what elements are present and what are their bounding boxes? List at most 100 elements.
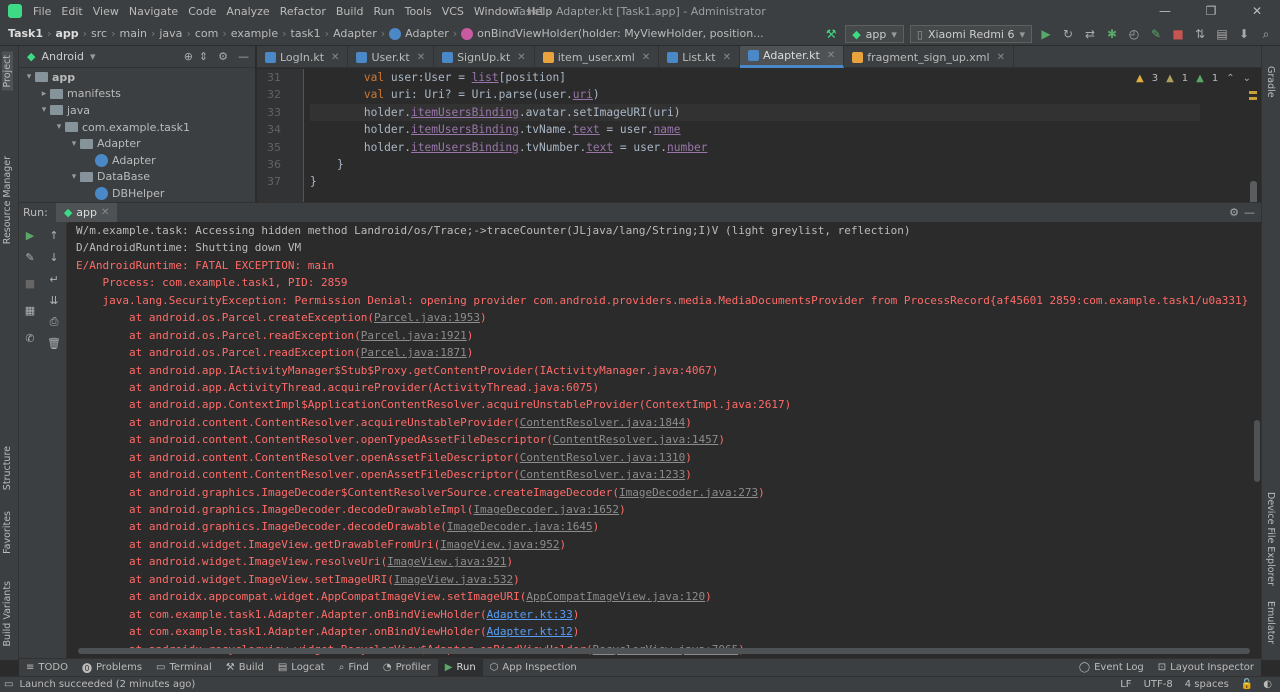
print-icon[interactable]: ⎙ [46,314,62,330]
inspection-widget[interactable]: ▲ 3 ▲ 1 ▲ 1 ⌃ ⌄ [1136,73,1251,84]
project-tree-item[interactable]: ▾ java [19,102,255,119]
expand-arrow-icon[interactable]: ▾ [53,122,65,132]
gear-icon[interactable]: ⚙ [1229,206,1239,219]
close-tab-icon[interactable]: ✕ [331,52,339,63]
stacktrace-link[interactable]: Parcel.java:1871 [361,346,467,359]
collapse-all-icon[interactable]: ⇕ [199,50,208,63]
editor-tab[interactable]: Adapter.kt ✕ [740,46,845,68]
hide-panel-icon[interactable]: — [1244,206,1255,219]
project-tree-item[interactable]: ▾ app [19,69,255,86]
chevron-up-icon[interactable]: ⌃ [1226,73,1234,84]
device-manager-icon[interactable]: ▤ [1214,26,1230,42]
device-file-explorer-tool-tab[interactable]: Device File Explorer [1265,492,1276,586]
device-select[interactable]: ▯ Xiaomi Redmi 6 ▾ [909,25,1032,43]
expand-arrow-icon[interactable]: ▸ [38,89,50,99]
breadcrumb-item[interactable]: src [91,27,107,40]
structure-tool-tab[interactable]: Structure [2,446,13,490]
sync-gradle-icon[interactable]: ⇅ [1192,26,1208,42]
project-tool-tab[interactable]: Project [2,52,13,91]
minimize-icon[interactable]: — [1142,0,1188,22]
breadcrumb-item[interactable]: app [55,27,78,40]
emulator-tool-tab[interactable]: Emulator [1265,601,1276,644]
restore-icon[interactable]: ❐ [1188,0,1234,22]
tool-tab-find[interactable]: ⌕ Find [332,659,376,677]
stacktrace-link[interactable]: ImageView.java:921 [387,555,506,568]
breadcrumb-item[interactable]: main [119,27,146,40]
code-area[interactable]: val user:User = list[position] val uri: … [310,69,1200,191]
expand-arrow-icon[interactable]: ▾ [68,139,80,149]
wrench-icon[interactable]: ✎ [22,249,38,265]
menu-item-refactor[interactable]: Refactor [275,5,331,18]
console-vertical-scrollbar[interactable] [1254,420,1260,482]
tool-tab-run[interactable]: ▶ Run [437,658,483,677]
expand-arrow-icon[interactable]: ▾ [38,105,50,115]
menu-item-run[interactable]: Run [369,5,400,18]
console-horizontal-scrollbar[interactable] [78,648,1250,654]
profile-icon[interactable]: ◴ [1126,26,1142,42]
run-icon[interactable]: ▶ [1038,26,1054,42]
editor-tab[interactable]: item_user.xml ✕ [535,46,660,68]
search-icon[interactable]: ⌕ [1258,26,1274,42]
code-line[interactable]: holder.itemUsersBinding.tvNumber.text = … [310,139,1200,156]
close-tab-icon[interactable]: ✕ [417,52,425,63]
breadcrumb-item[interactable]: Task1 [8,27,43,40]
code-line[interactable]: val user:User = list[position] [310,69,1200,86]
build-variants-tool-tab[interactable]: Build Variants [2,581,13,647]
pin-icon[interactable]: ✆ [22,330,38,346]
code-line[interactable]: holder.itemUsersBinding.tvName.text = us… [310,121,1200,138]
tool-tab-logcat[interactable]: ▤ Logcat [271,659,332,677]
close-tab-icon[interactable]: ✕ [642,52,650,63]
project-tree-item[interactable]: Adapter [19,152,255,169]
code-line[interactable]: holder.itemUsersBinding.avatar.setImageU… [310,103,1200,122]
breadcrumb-item[interactable]: Adapter [333,27,377,40]
line-separator[interactable]: LF [1114,679,1137,690]
attach-debugger-icon[interactable]: ✎ [1148,26,1164,42]
menu-item-code[interactable]: Code [183,5,221,18]
editor-tab[interactable]: User.kt ✕ [348,46,435,68]
project-tree-item[interactable]: ▸ manifests [19,86,255,103]
arrow-down-icon[interactable]: ↓ [46,249,62,265]
stacktrace-link[interactable]: ImageDecoder.java:1652 [473,503,619,516]
menu-item-navigate[interactable]: Navigate [124,5,183,18]
tool-tab-build[interactable]: ⚒ Build [219,659,271,677]
project-tree-item[interactable]: ▾ Adapter [19,135,255,152]
memory-indicator-icon[interactable]: ◐ [1259,679,1280,690]
tool-tab-problems[interactable]: ⓿ Problems [75,659,149,677]
close-tab-icon[interactable]: ✕ [517,52,525,63]
lock-icon[interactable]: 🔓 [1235,679,1259,690]
apply-changes-icon[interactable]: ↻ [1060,26,1076,42]
stacktrace-link[interactable]: Adapter.kt:12 [487,625,573,638]
project-view-select[interactable]: Android [41,50,84,63]
stop-icon[interactable]: ■ [1170,26,1186,42]
arrow-up-icon[interactable]: ↑ [46,227,62,243]
breadcrumb-item[interactable]: Adapter [405,27,449,40]
editor-tab[interactable]: SignUp.kt ✕ [434,46,535,68]
close-icon[interactable]: ✕ [101,207,109,218]
stacktrace-link[interactable]: Parcel.java:1921 [361,329,467,342]
run-config-tab[interactable]: ◆ app ✕ [55,202,118,223]
file-encoding[interactable]: UTF-8 [1138,679,1179,690]
stacktrace-link[interactable]: ImageView.java:952 [440,538,559,551]
tool-tab-todo[interactable]: ≡ TODO [19,659,75,677]
expand-arrow-icon[interactable]: ▾ [68,172,80,182]
close-tab-icon[interactable]: ✕ [997,52,1005,63]
chevron-down-icon[interactable]: ▾ [90,50,96,63]
code-line[interactable]: } [310,173,1200,190]
layout-icon[interactable]: ▦ [22,302,38,318]
menu-item-window[interactable]: Window [469,5,522,18]
menu-item-view[interactable]: View [88,5,124,18]
close-icon[interactable]: ✕ [1234,0,1280,22]
menu-item-file[interactable]: File [28,5,56,18]
run-config-select[interactable]: ◆ app ▾ [845,25,904,43]
close-tab-icon[interactable]: ✕ [723,52,731,63]
debug-icon[interactable]: ✱ [1104,26,1120,42]
tool-tab-profiler[interactable]: ◔ Profiler [376,659,438,677]
menu-item-help[interactable]: Help [522,5,557,18]
breadcrumb-item[interactable]: onBindViewHolder(holder: MyViewHolder, p… [477,27,764,40]
stacktrace-link[interactable]: ContentResolver.java:1233 [520,468,686,481]
expand-arrow-icon[interactable]: ▾ [23,72,35,82]
stacktrace-link[interactable]: ImageView.java:532 [394,573,513,586]
layout-inspector-tab[interactable]: ⊡ Layout Inspector [1151,659,1261,677]
status-message[interactable]: Launch succeeded (2 minutes ago) [13,679,195,690]
editor-tab[interactable]: LogIn.kt ✕ [257,46,349,68]
